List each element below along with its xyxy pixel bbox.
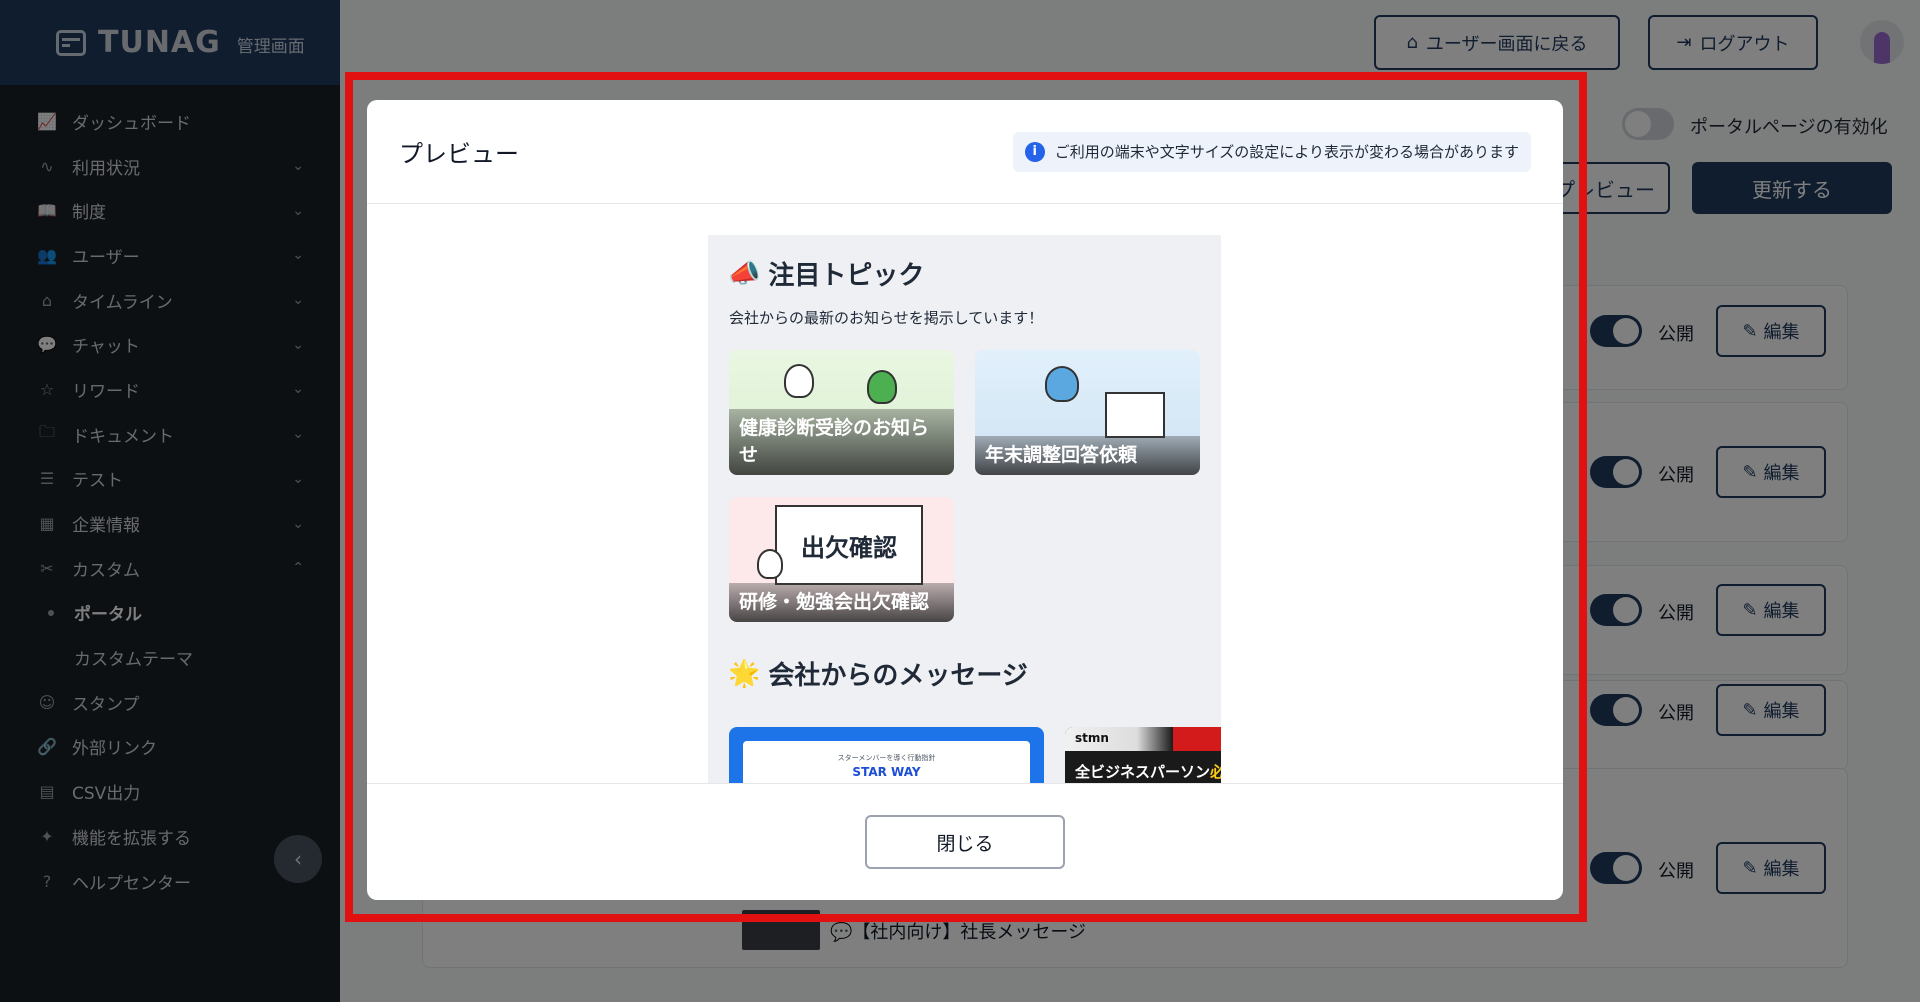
topic-tile[interactable]: 年末調整回答依頼 — [975, 350, 1200, 475]
stmn-logo: stmn — [1075, 731, 1109, 745]
message-card-title-accent: 必 — [1210, 763, 1221, 781]
message-card-title: STAR WAY — [852, 765, 921, 779]
message-card-subtitle: スターメンバーを導く行動指針 — [837, 754, 936, 762]
person-illustration — [784, 364, 814, 398]
topic-tile-caption: 健康診断受診のお知らせ — [729, 409, 954, 475]
portal-preview[interactable]: 📣 注目トピック 会社からの最新のお知らせを掲示しています！ 健康診断受診のお知… — [708, 235, 1221, 783]
topic-tile-caption: 年末調整回答依頼 — [975, 436, 1200, 475]
monitor-illustration — [1105, 392, 1165, 438]
message-card[interactable]: スターメンバーを導く行動指針 STAR WAY — [729, 727, 1044, 783]
section-heading-messages: 🌟 会社からのメッセージ — [728, 655, 1028, 692]
modal-body: 📣 注目トピック 会社からの最新のお知らせを掲示しています！ 健康診断受診のお知… — [367, 205, 1563, 783]
section-title: 会社からのメッセージ — [768, 661, 1028, 691]
topic-tile[interactable]: 出欠確認 研修・勉強会出欠確認 — [729, 497, 954, 622]
sparkle-icon: 🌟 — [728, 658, 761, 689]
message-card-title-text: 全ビジネスパーソン — [1075, 763, 1211, 781]
message-card-image: スターメンバーを導く行動指針 STAR WAY — [743, 741, 1030, 783]
person-illustration — [867, 370, 897, 404]
preview-modal: プレビュー i ご利用の端末や文字サイズの設定により表示が変わる場合があります … — [367, 100, 1563, 900]
info-notice: i ご利用の端末や文字サイズの設定により表示が変わる場合があります — [1012, 131, 1531, 172]
message-card-title: 全ビジネスパーソン必 — [1075, 761, 1221, 782]
megaphone-icon: 📣 — [728, 258, 761, 289]
message-card[interactable]: stmn 全ビジネスパーソン必 — [1065, 727, 1221, 783]
topic-tile[interactable]: 健康診断受診のお知らせ — [729, 350, 954, 475]
modal-title: プレビュー — [399, 140, 519, 168]
info-notice-text: ご利用の端末や文字サイズの設定により表示が変わる場合があります — [1054, 143, 1519, 161]
modal-footer: 閉じる — [367, 783, 1563, 900]
modal-header: プレビュー i ご利用の端末や文字サイズの設定により表示が変わる場合があります — [367, 100, 1563, 204]
topic-tile-caption: 研修・勉強会出欠確認 — [729, 583, 954, 622]
info-icon: i — [1024, 141, 1045, 162]
section-description: 会社からの最新のお知らせを掲示しています！ — [729, 309, 1044, 327]
section-title: 注目トピック — [768, 261, 925, 291]
close-button[interactable]: 閉じる — [865, 815, 1065, 869]
person-illustration — [1045, 366, 1079, 402]
section-heading-topics: 📣 注目トピック — [728, 255, 924, 292]
tile-sign-text: 出欠確認 — [775, 505, 923, 585]
person-illustration — [757, 549, 783, 579]
